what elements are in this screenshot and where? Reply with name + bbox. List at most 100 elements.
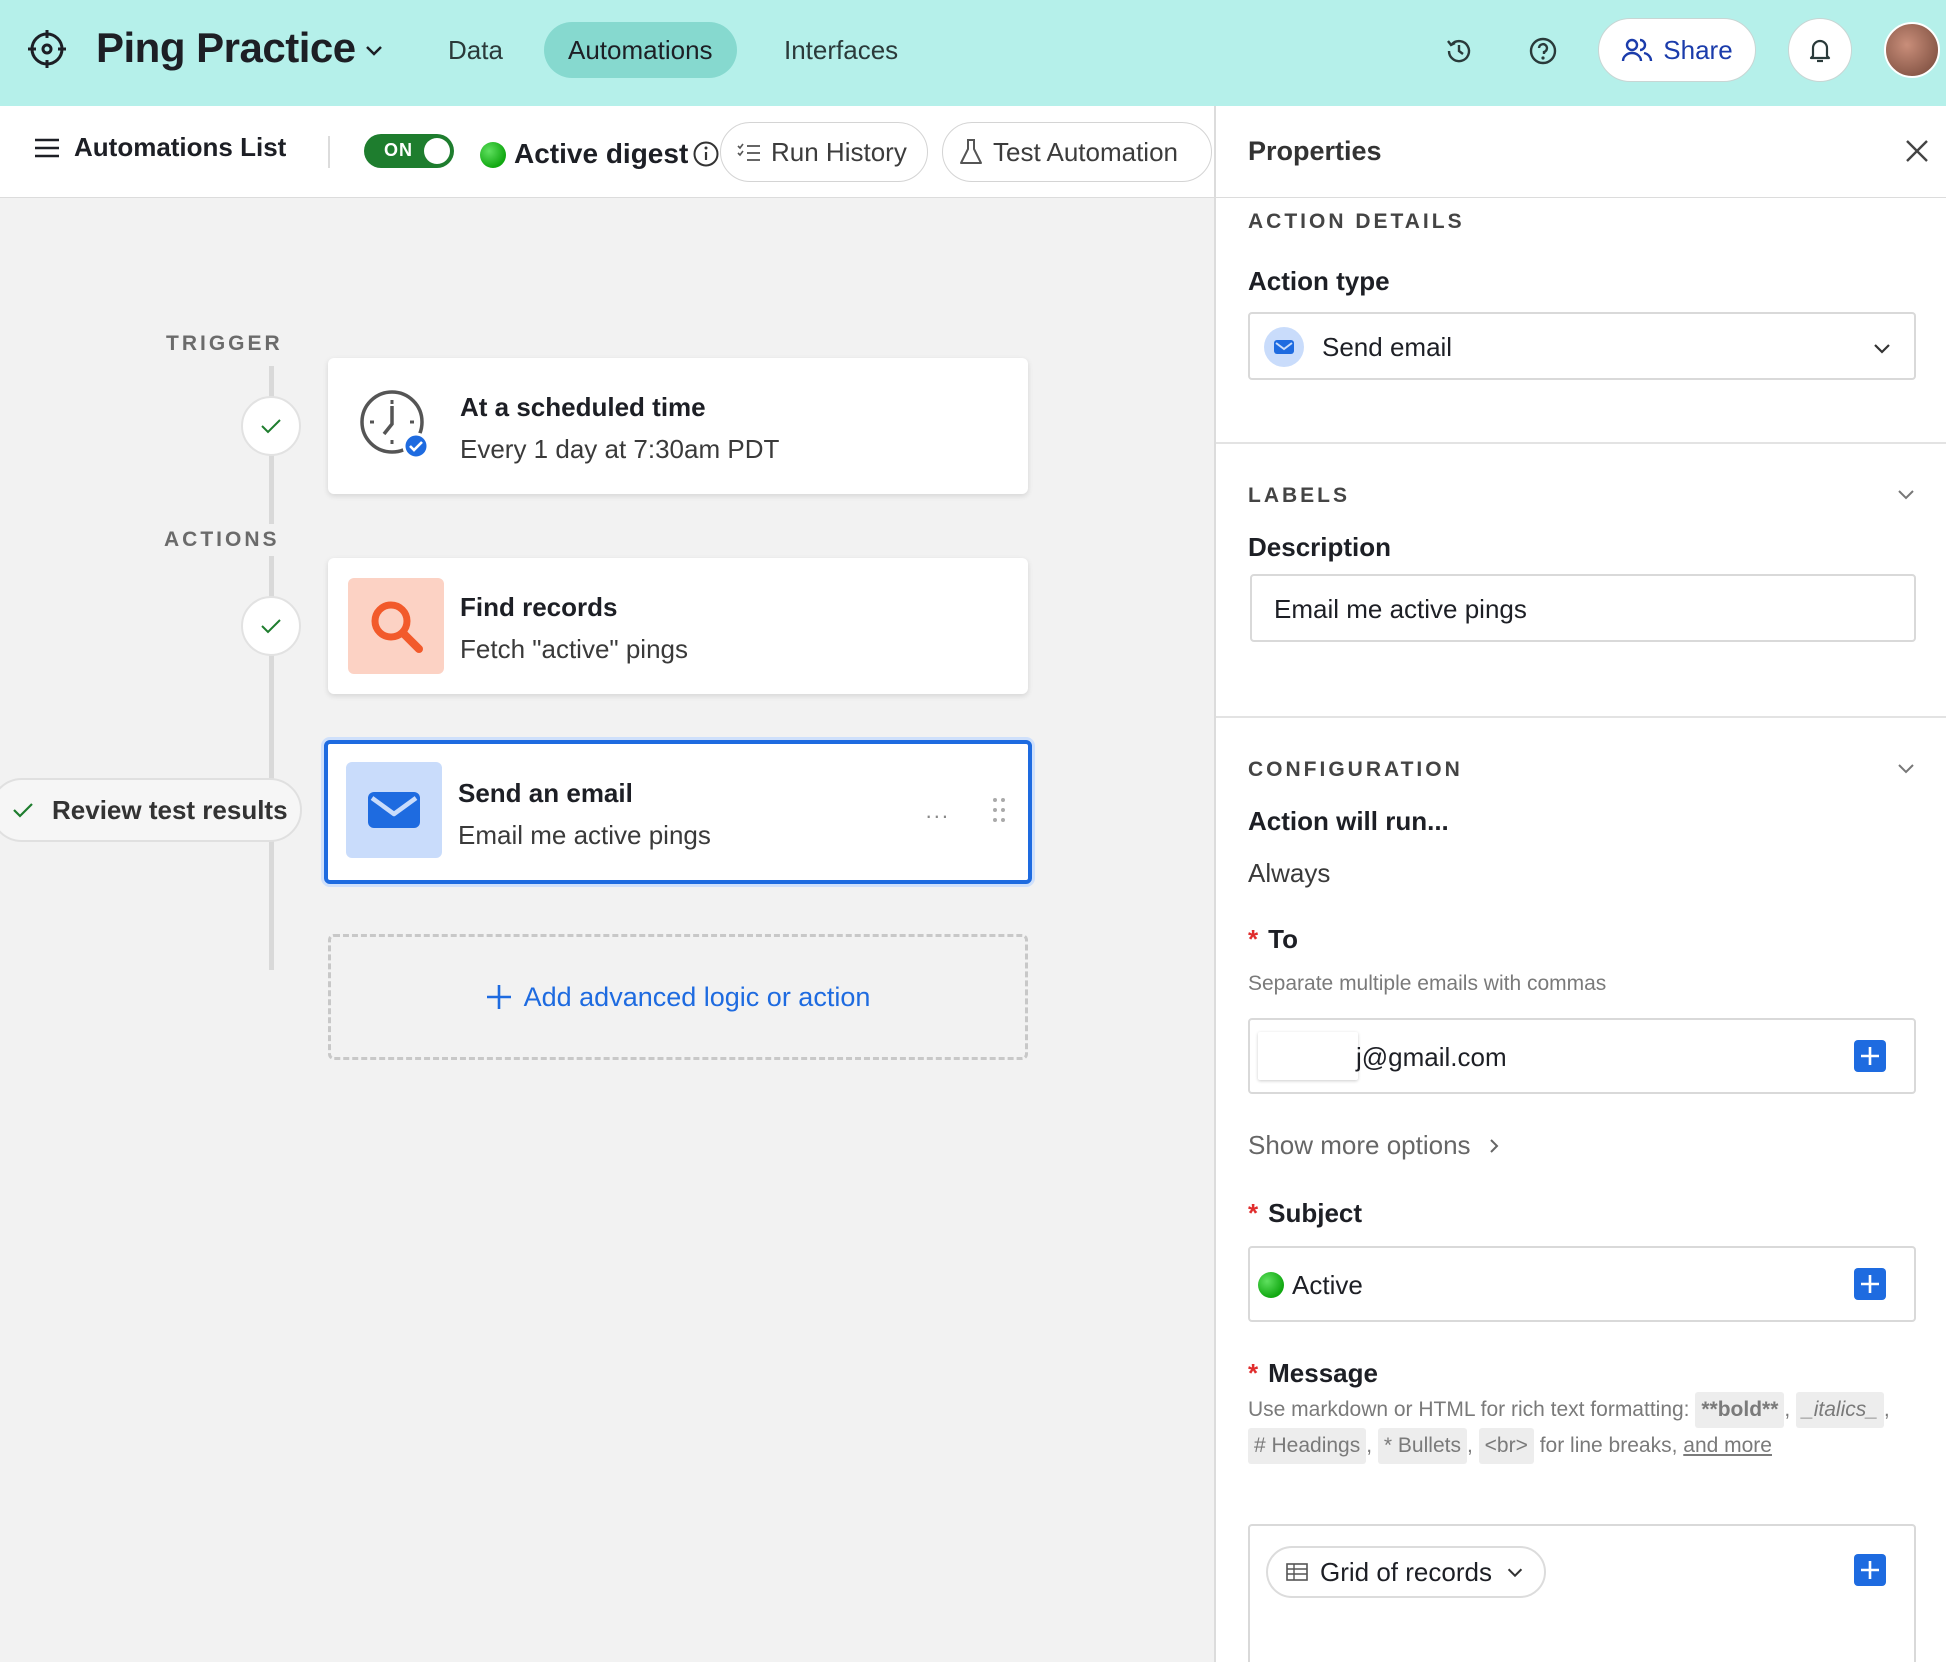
email-icon (368, 792, 420, 828)
test-automation-label: Test Automation (993, 136, 1178, 167)
insert-token-button[interactable] (1854, 1040, 1886, 1072)
trigger-status-check (241, 396, 301, 456)
action-will-run-label: Action will run... (1248, 806, 1449, 836)
trigger-card[interactable]: At a scheduled time Every 1 day at 7:30a… (328, 358, 1028, 494)
code-chip: **bold** (1695, 1392, 1785, 1428)
tab-automations[interactable]: Automations (544, 22, 737, 78)
trigger-section-label: TRIGGER (166, 332, 283, 355)
subject-label: * Subject (1248, 1198, 1362, 1229)
tab-interfaces[interactable]: Interfaces (760, 22, 922, 78)
action-type-select[interactable]: Send email (1248, 312, 1916, 380)
find-records-card[interactable]: Find records Fetch "active" pings (328, 558, 1028, 694)
check-icon (261, 419, 281, 434)
action-status-check (241, 596, 301, 656)
base-logo-icon[interactable] (26, 28, 68, 70)
flask-icon (960, 139, 982, 164)
status-dot-icon (480, 142, 506, 168)
grid-of-records-label: Grid of records (1320, 1556, 1492, 1587)
check-icon (261, 619, 281, 634)
grid-of-records-dropdown[interactable]: Grid of records (1266, 1546, 1546, 1598)
insert-token-button[interactable] (1854, 1554, 1886, 1586)
subject-input[interactable]: Active (1248, 1246, 1916, 1322)
divider (328, 136, 330, 168)
message-label-text: Message (1268, 1358, 1378, 1388)
more-options-icon[interactable]: ... (926, 798, 950, 824)
divider (1216, 442, 1946, 444)
top-bar: Ping Practice Data Automations Interface… (0, 0, 1946, 106)
divider (1216, 716, 1946, 718)
info-icon[interactable] (692, 140, 720, 168)
message-label: * Message (1248, 1358, 1378, 1389)
search-icon-wrapper (348, 578, 444, 674)
actions-section-label: ACTIONS (164, 524, 280, 556)
card-subtitle: Email me active pings (458, 820, 711, 850)
toggle-label: ON (384, 140, 413, 160)
code-chip: _italics_ (1796, 1392, 1884, 1428)
green-circle-emoji-icon (1258, 1272, 1284, 1298)
share-label: Share (1663, 34, 1733, 65)
test-automation-button[interactable]: Test Automation (942, 122, 1212, 182)
redacted-token (1258, 1032, 1358, 1080)
automations-list-button[interactable]: Automations List (34, 132, 286, 163)
action-will-run-value[interactable]: Always (1248, 858, 1330, 889)
add-action-label: Add advanced logic or action (523, 981, 871, 1012)
run-history-label: Run History (771, 136, 907, 167)
to-input[interactable]: j@gmail.com (1248, 1018, 1916, 1094)
chevron-right-icon (1489, 1138, 1498, 1153)
tab-data[interactable]: Data (424, 22, 527, 78)
automation-canvas: TRIGGER ACTIONS At a scheduled time Ever… (0, 198, 1214, 1662)
toggle-knob (424, 138, 450, 164)
to-label-text: To (1268, 924, 1298, 954)
add-action-button[interactable]: Add advanced logic or action (328, 934, 1028, 1060)
search-icon (371, 601, 423, 653)
help-icon (1529, 37, 1557, 65)
send-email-card[interactable]: Send an email Email me active pings ... (324, 740, 1032, 884)
notifications-button[interactable] (1788, 18, 1852, 82)
history-icon (1447, 39, 1471, 63)
message-input[interactable]: Grid of records (1248, 1524, 1916, 1662)
and-more-link[interactable]: and more (1683, 1434, 1772, 1457)
chevron-down-icon[interactable] (362, 38, 386, 62)
menu-icon (35, 138, 59, 157)
code-chip: # Headings (1248, 1428, 1367, 1464)
automation-name[interactable]: Active digest (514, 138, 688, 170)
card-title: Find records (460, 592, 618, 622)
labels-title: LABELS (1248, 484, 1350, 507)
subject-value: Active (1292, 1270, 1363, 1300)
description-input[interactable]: Email me active pings (1250, 574, 1916, 642)
chevron-down-icon (1874, 344, 1890, 354)
avatar[interactable] (1884, 22, 1940, 78)
automation-on-toggle[interactable]: ON (364, 134, 454, 168)
chevron-down-icon[interactable] (1894, 756, 1918, 780)
plus-icon (1861, 1561, 1879, 1579)
to-value: j@gmail.com (1356, 1042, 1507, 1072)
insert-token-button[interactable] (1854, 1268, 1886, 1300)
action-details-title: ACTION DETAILS (1248, 210, 1465, 233)
card-subtitle: Every 1 day at 7:30am PDT (460, 434, 780, 464)
description-value: Email me active pings (1274, 594, 1527, 624)
help-button[interactable] (1520, 28, 1566, 74)
chevron-down-icon[interactable] (1894, 482, 1918, 506)
checklist-icon (737, 143, 760, 161)
drag-handle-icon[interactable] (990, 796, 1008, 824)
description-label: Description (1248, 532, 1392, 562)
chevron-down-icon (1507, 1568, 1523, 1578)
clock-icon-wrapper (348, 378, 444, 474)
code-chip: * Bullets (1377, 1428, 1467, 1464)
show-more-options-button[interactable]: Show more options (1248, 1130, 1501, 1161)
card-title: At a scheduled time (460, 392, 706, 422)
plus-icon (1861, 1275, 1879, 1293)
required-marker: * (1248, 924, 1259, 954)
run-history-button[interactable]: Run History (720, 122, 928, 182)
review-test-results-button[interactable]: Review test results (0, 778, 302, 842)
to-hint: Separate multiple emails with commas (1248, 972, 1607, 995)
properties-header: Properties (1216, 106, 1946, 198)
close-icon[interactable] (1902, 136, 1932, 166)
app-title[interactable]: Ping Practice (96, 24, 356, 72)
email-icon-wrapper (346, 762, 442, 858)
share-button[interactable]: Share (1598, 18, 1756, 82)
history-button[interactable] (1436, 28, 1482, 74)
required-marker: * (1248, 1358, 1259, 1388)
show-more-options-label: Show more options (1248, 1130, 1471, 1160)
required-marker: * (1248, 1198, 1259, 1228)
